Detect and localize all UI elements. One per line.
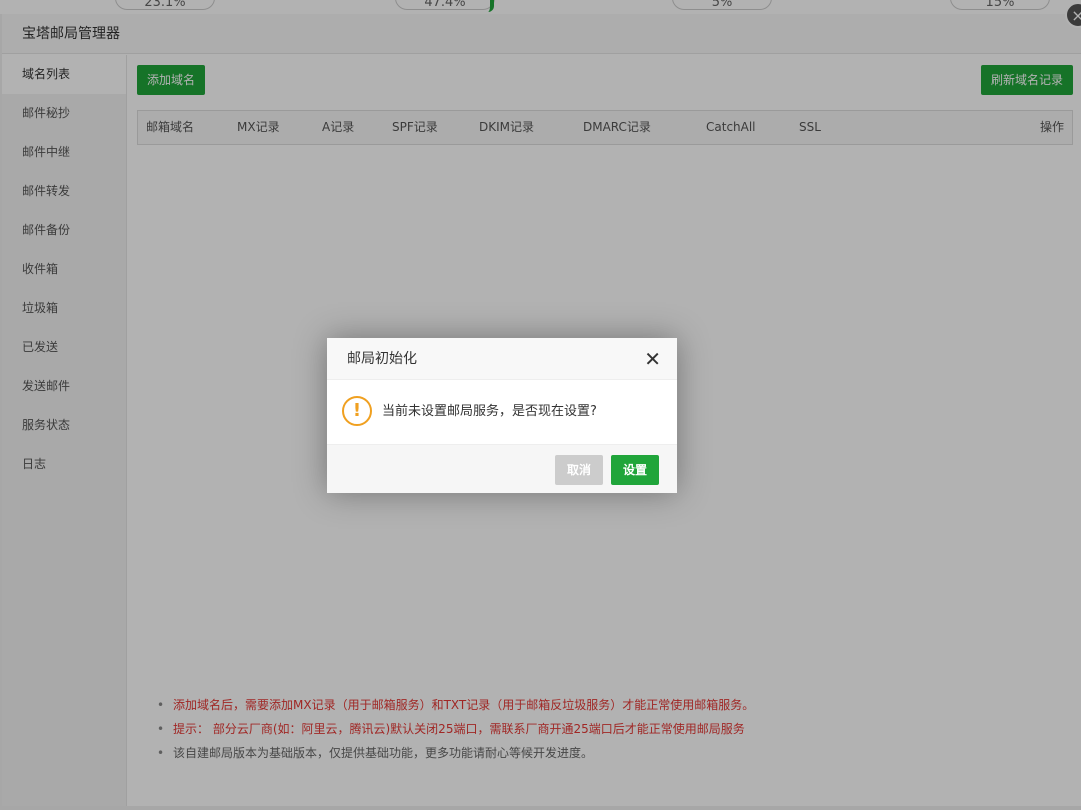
cancel-button[interactable]: 取消 bbox=[554, 455, 603, 485]
setup-button[interactable]: 设置 bbox=[610, 455, 659, 485]
dialog-body: ! 当前未设置邮局服务，是否现在设置? bbox=[327, 380, 677, 444]
mail-init-dialog: 邮局初始化 ✕ ! 当前未设置邮局服务，是否现在设置? 取消 设置 bbox=[327, 338, 677, 493]
dialog-footer: 取消 设置 bbox=[327, 444, 677, 493]
dialog-message: 当前未设置邮局服务，是否现在设置? bbox=[382, 404, 597, 419]
warning-icon: ! bbox=[342, 396, 372, 426]
dialog-header: 邮局初始化 ✕ bbox=[327, 338, 677, 380]
close-icon[interactable]: ✕ bbox=[644, 338, 661, 380]
dialog-title: 邮局初始化 bbox=[347, 351, 417, 367]
